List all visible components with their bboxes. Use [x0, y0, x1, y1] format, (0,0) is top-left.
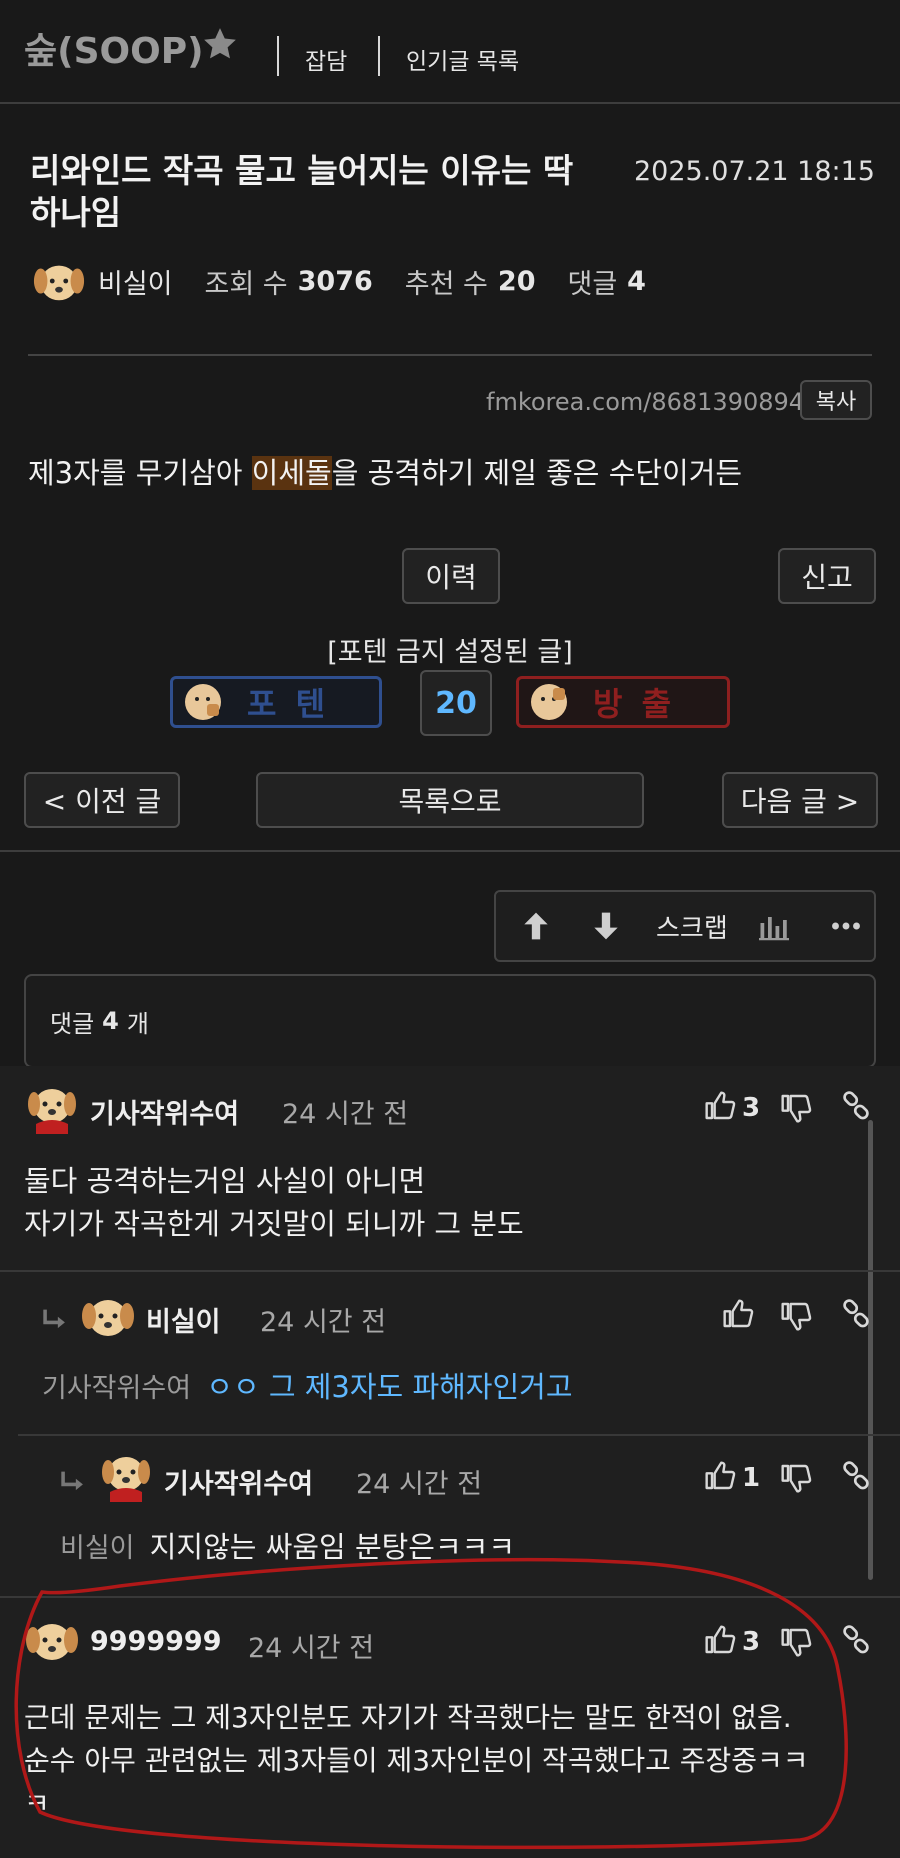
comment-author[interactable]: 기사작위수여 — [164, 1462, 313, 1501]
nav-link-popular[interactable]: 인기글 목록 — [406, 42, 519, 76]
recommend-count: 20 — [497, 265, 536, 297]
history-button[interactable]: 이력 — [402, 548, 500, 604]
comment-body: 둘다 공격하는거임 사실이 아니면 자기가 작곡한게 거짓말이 되니까 그 분도 — [24, 1160, 524, 1246]
comments-label: 댓글 — [567, 268, 618, 300]
bangchul-label: 방 출 — [593, 685, 676, 723]
post-body: 제3자를 무기삼아 이세돌을 공격하기 제일 좋은 수단이거든 — [28, 450, 742, 492]
link-icon[interactable] — [840, 1298, 874, 1332]
post-author[interactable]: 비실이 — [98, 262, 173, 301]
like-count: 1 — [742, 1463, 761, 1493]
like-icon[interactable] — [722, 1298, 756, 1332]
dislike-icon[interactable] — [780, 1300, 814, 1334]
reply-arrow-icon — [56, 1466, 90, 1500]
potten-label: 포 텐 — [247, 685, 330, 723]
board-title[interactable]: 숲(SOOP) — [24, 22, 204, 74]
comment-mention[interactable]: 기사작위수여 — [42, 1373, 191, 1404]
header-divider — [378, 36, 380, 76]
potten-notice: [포텐 금지 설정된 글] — [327, 637, 573, 668]
commenter-avatar[interactable] — [98, 1448, 154, 1504]
more-options-icon[interactable] — [828, 908, 864, 944]
comment-time: 24 시간 전 — [260, 1307, 387, 1338]
views-label: 조회 수 — [204, 268, 288, 300]
dislike-icon[interactable] — [780, 1092, 814, 1126]
like-icon[interactable] — [704, 1090, 738, 1124]
comment-count-prefix: 댓글 — [50, 1009, 95, 1038]
header-bottom-border — [0, 102, 900, 104]
comment-body: 기사작위수여 ㅇㅇ 그 제3자도 파해자인거고 — [42, 1366, 573, 1410]
comment-time: 24 시간 전 — [282, 1099, 409, 1130]
vote-count: 20 — [435, 685, 477, 721]
prev-post-button[interactable]: < 이전 글 — [24, 772, 180, 828]
comment-count-suffix: 개 — [126, 1009, 149, 1038]
upvote-arrow-icon[interactable] — [516, 906, 556, 946]
next-post-button[interactable]: 다음 글 > — [722, 772, 878, 828]
scrollbar-track[interactable] — [868, 1120, 873, 1580]
commenter-avatar[interactable] — [80, 1288, 136, 1344]
post-divider — [28, 354, 872, 356]
copy-url-button[interactable]: 복사 — [800, 380, 872, 420]
comments-count: 4 — [627, 265, 646, 297]
report-button[interactable]: 신고 — [778, 548, 876, 604]
annotation-circle — [14, 1557, 848, 1850]
comment-author[interactable]: 비실이 — [146, 1300, 221, 1339]
post-title-line: 리와인드 작곡 물고 늘어지는 이유는 딱 — [30, 151, 574, 190]
header-divider — [277, 36, 279, 76]
post-title: 리와인드 작곡 물고 늘어지는 이유는 딱 하나임 — [30, 150, 573, 234]
scrap-button[interactable]: 스크랩 — [656, 908, 728, 945]
post-body-text: 을 공격하기 제일 좋은 수단이거든 — [331, 456, 743, 490]
downvote-arrow-icon[interactable] — [586, 906, 626, 946]
bangchul-button[interactable]: 방 출 — [516, 676, 730, 728]
dislike-icon[interactable] — [780, 1462, 814, 1496]
potten-button[interactable]: 포 텐 — [170, 676, 382, 728]
comment-divider — [0, 1270, 900, 1272]
like-count: 3 — [742, 1093, 761, 1123]
recommend-label: 추천 수 — [404, 268, 488, 300]
link-icon[interactable] — [840, 1090, 874, 1124]
comment-line: 자기가 작곡한게 거짓말이 되니까 그 분도 — [24, 1207, 524, 1241]
vote-count-box: 20 — [420, 670, 492, 736]
comment-count-box: 댓글 4 개 — [24, 974, 876, 1068]
post-url: fmkorea.com/8681390894 — [486, 388, 805, 416]
post-meta: 비실이 조회 수 3076 추천 수 20 댓글 4 — [32, 256, 646, 306]
views-count: 3076 — [297, 265, 373, 297]
comment-divider — [18, 1434, 900, 1436]
link-icon[interactable] — [840, 1460, 874, 1494]
commenter-avatar[interactable] — [24, 1080, 80, 1136]
post-body-highlight: 이세돌 — [251, 456, 332, 490]
post-toolbar: 스크랩 — [494, 890, 876, 962]
comment-text: ㅇㅇ 그 제3자도 파해자인거고 — [206, 1370, 573, 1404]
comment-count-number: 4 — [102, 1007, 119, 1035]
thumbs-down-dog-icon — [527, 680, 571, 724]
post-date: 2025.07.21 18:15 — [634, 156, 875, 187]
nav-link-chat[interactable]: 잡담 — [305, 42, 347, 76]
comment-author[interactable]: 기사작위수여 — [90, 1092, 239, 1131]
thumbs-up-dog-icon — [181, 680, 225, 724]
post-body-text: 제3자를 무기삼아 — [28, 456, 252, 490]
reply-arrow-icon — [38, 1304, 72, 1338]
stats-chart-icon[interactable] — [756, 908, 792, 944]
star-icon[interactable] — [200, 24, 240, 64]
comment-time: 24 시간 전 — [356, 1469, 483, 1500]
list-button[interactable]: 목록으로 — [256, 772, 644, 828]
like-icon[interactable] — [704, 1460, 738, 1494]
section-divider — [0, 850, 900, 852]
post-title-line: 하나임 — [30, 193, 122, 232]
comment-line: 둘다 공격하는거임 사실이 아니면 — [24, 1164, 426, 1198]
author-avatar[interactable] — [32, 254, 86, 308]
